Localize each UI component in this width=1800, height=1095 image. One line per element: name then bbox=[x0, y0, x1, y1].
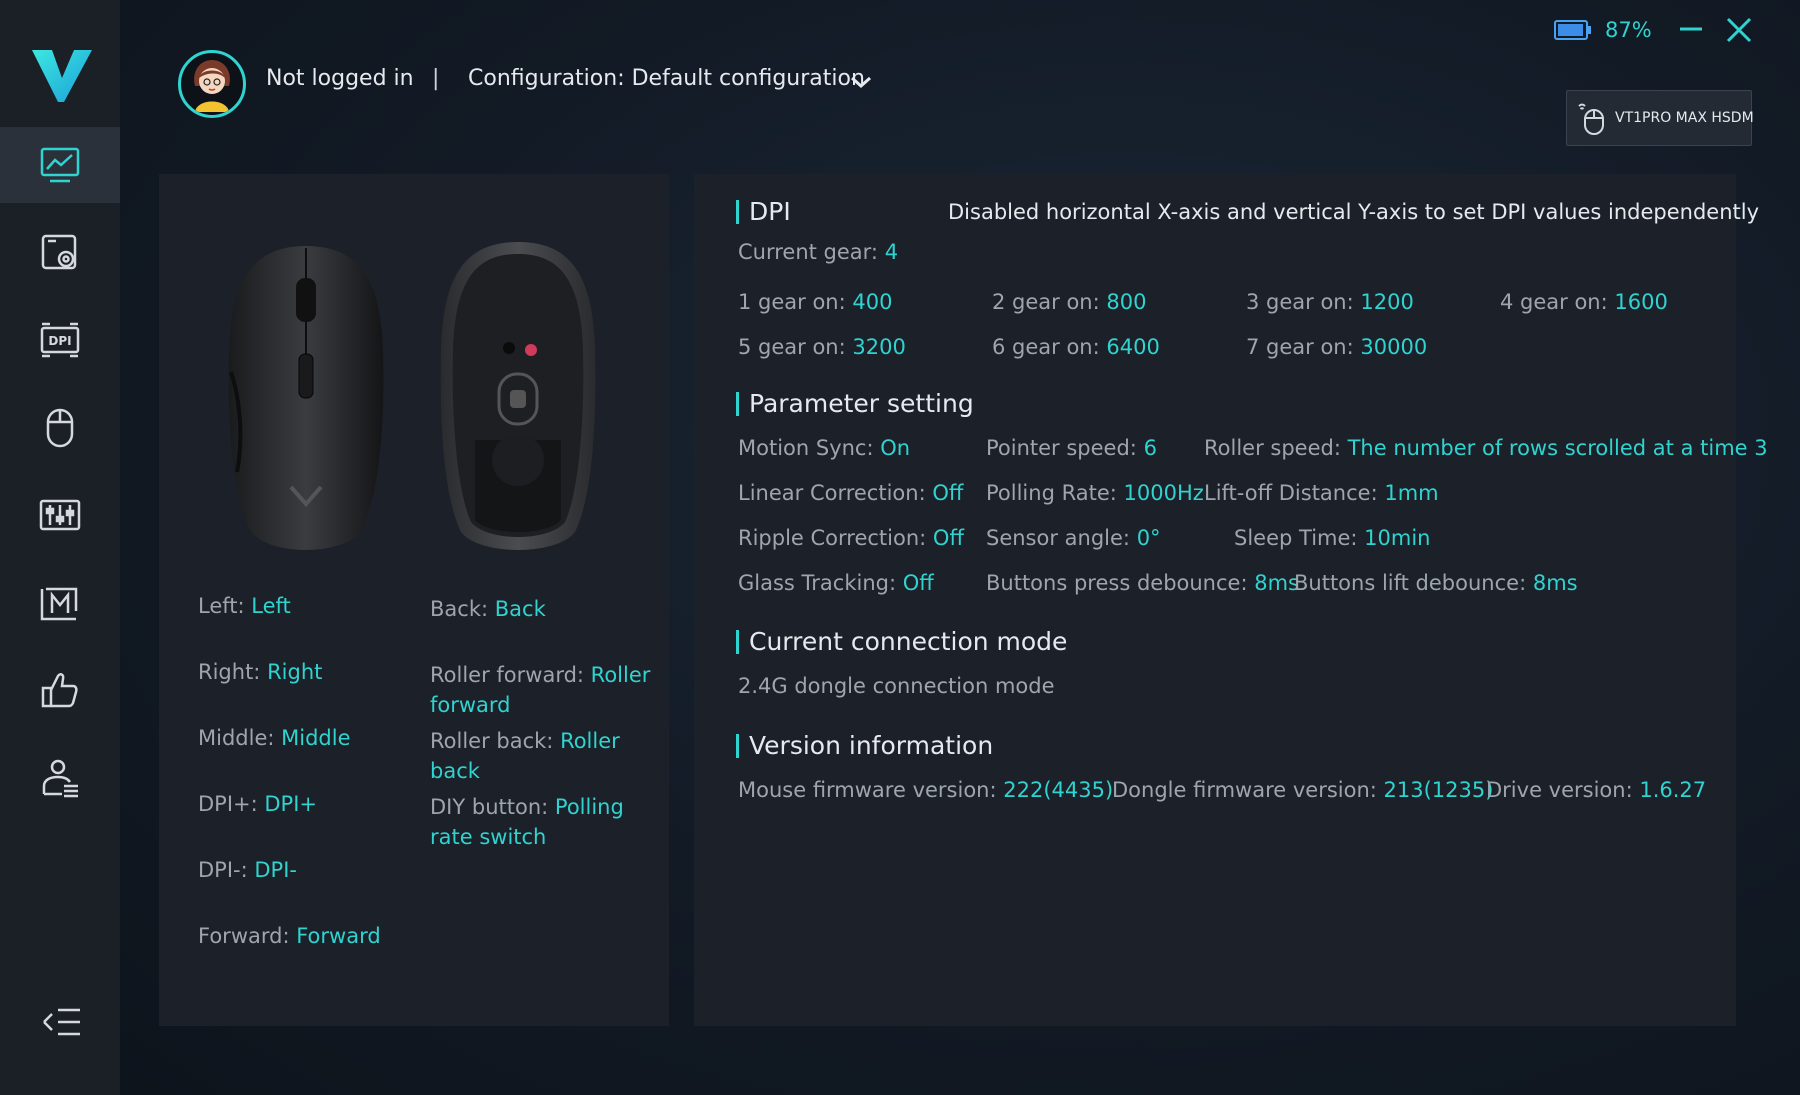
param-item: Buttons press debounce: 8ms bbox=[986, 571, 1299, 595]
param-item: Glass Tracking: Off bbox=[738, 571, 934, 595]
param-item: Sleep Time: 10min bbox=[1234, 526, 1431, 550]
param-item: Roller speed: The number of rows scrolle… bbox=[1204, 436, 1768, 460]
user-avatar-icon bbox=[194, 60, 230, 112]
param-item: Sensor angle: 0° bbox=[986, 526, 1161, 550]
button-mapping-item: DPI-: DPI- bbox=[198, 858, 297, 882]
monitor-chart-icon bbox=[40, 147, 80, 183]
button-mapping-panel: Left: Left Right: Right Middle: Middle DPI+… bbox=[159, 174, 669, 1026]
param-item: Polling Rate: 1000Hz bbox=[986, 481, 1204, 505]
param-item: Pointer speed: 6 bbox=[986, 436, 1157, 460]
dpi-gear-item: 3 gear on: 1200 bbox=[1246, 290, 1414, 314]
nav-macro[interactable] bbox=[0, 565, 120, 641]
params-section-title: Parameter setting bbox=[736, 391, 974, 416]
equalizer-icon bbox=[39, 499, 81, 531]
screen-settings-icon bbox=[41, 234, 77, 270]
button-mapping-item: Roller forward: Roller forward bbox=[430, 663, 651, 717]
dpi-gear-item: 6 gear on: 6400 bbox=[992, 335, 1160, 359]
dpi-gear-item: 7 gear on: 30000 bbox=[1246, 335, 1428, 359]
collapse-menu-icon[interactable] bbox=[40, 1000, 84, 1044]
version-item: Drive version: 1.6.27 bbox=[1486, 778, 1707, 802]
dpi-gear-item: 1 gear on: 400 bbox=[738, 290, 893, 314]
login-status[interactable]: Not logged in bbox=[266, 66, 414, 91]
svg-text:DPI: DPI bbox=[48, 334, 71, 348]
param-item: Ripple Correction: Off bbox=[738, 526, 964, 550]
nav-user[interactable] bbox=[0, 740, 120, 816]
mouse-bottom-view-image bbox=[440, 242, 596, 550]
dpi-gear-item: 5 gear on: 3200 bbox=[738, 335, 906, 359]
dpi-note: Disabled horizontal X-axis and vertical … bbox=[948, 200, 1760, 224]
dpi-gear-item: 2 gear on: 800 bbox=[992, 290, 1147, 314]
mouse-icon bbox=[46, 408, 74, 448]
battery-icon bbox=[1554, 20, 1591, 40]
version-section-title: Version information bbox=[736, 733, 993, 758]
button-mapping-item: Right: Right bbox=[198, 660, 323, 684]
param-item: Lift-off Distance: 1mm bbox=[1204, 481, 1439, 505]
version-item: Mouse firmware version: 222(4435) bbox=[738, 778, 1114, 802]
thumbs-up-icon bbox=[41, 673, 78, 708]
close-icon[interactable] bbox=[1725, 16, 1753, 44]
header-separator: | bbox=[432, 66, 440, 91]
button-mapping-item: Back: Back bbox=[430, 597, 546, 621]
nav-dpi[interactable]: DPI bbox=[0, 302, 120, 378]
button-mapping-item: Middle: Middle bbox=[198, 726, 351, 750]
button-mapping-item: Left: Left bbox=[198, 594, 291, 618]
nav-recommend[interactable] bbox=[0, 652, 120, 728]
user-list-icon bbox=[42, 759, 78, 798]
button-mapping-item: DPI+: DPI+ bbox=[198, 792, 318, 816]
chevron-down-icon[interactable] bbox=[848, 72, 874, 92]
current-gear: Current gear: 4 bbox=[738, 240, 899, 264]
minimize-icon[interactable] bbox=[1678, 16, 1704, 42]
dpi-section-title: DPI bbox=[736, 199, 791, 224]
wireless-mouse-icon bbox=[1578, 103, 1604, 135]
button-mapping-item: DIY button: Polling rate switch bbox=[430, 795, 624, 849]
param-item: Linear Correction: Off bbox=[738, 481, 964, 505]
nav-equalizer[interactable] bbox=[0, 477, 120, 553]
device-name: VT1PRO MAX HSDM bbox=[1615, 110, 1754, 126]
brand-logo-icon bbox=[32, 50, 92, 102]
config-selector[interactable]: Configuration: Default configuration bbox=[468, 66, 865, 91]
device-info-panel: DPI Disabled horizontal X-axis and verti… bbox=[694, 174, 1768, 1026]
param-item: Motion Sync: On bbox=[738, 436, 911, 460]
nav-screen-settings[interactable] bbox=[0, 215, 120, 291]
version-item: Dongle firmware version: 213(1235) bbox=[1112, 778, 1494, 802]
avatar[interactable] bbox=[178, 50, 246, 118]
dpi-gear-item: 4 gear on: 1600 bbox=[1500, 290, 1668, 314]
nav-dashboard[interactable] bbox=[0, 127, 120, 203]
sidebar: DPI bbox=[0, 0, 120, 1095]
param-item: Buttons lift debounce: 8ms bbox=[1294, 571, 1578, 595]
connection-section-title: Current connection mode bbox=[736, 629, 1067, 654]
macro-icon bbox=[40, 587, 78, 621]
mouse-top-view-image bbox=[228, 246, 384, 550]
nav-mouse[interactable] bbox=[0, 390, 120, 466]
dpi-icon: DPI bbox=[40, 322, 80, 358]
battery-percent: 87% bbox=[1605, 18, 1652, 42]
button-mapping-item: Forward: Forward bbox=[198, 924, 381, 948]
button-mapping-item: Roller back: Roller back bbox=[430, 729, 620, 783]
connection-mode: 2.4G dongle connection mode bbox=[738, 674, 1055, 698]
device-selector-button[interactable]: VT1PRO MAX HSDM bbox=[1566, 90, 1754, 146]
